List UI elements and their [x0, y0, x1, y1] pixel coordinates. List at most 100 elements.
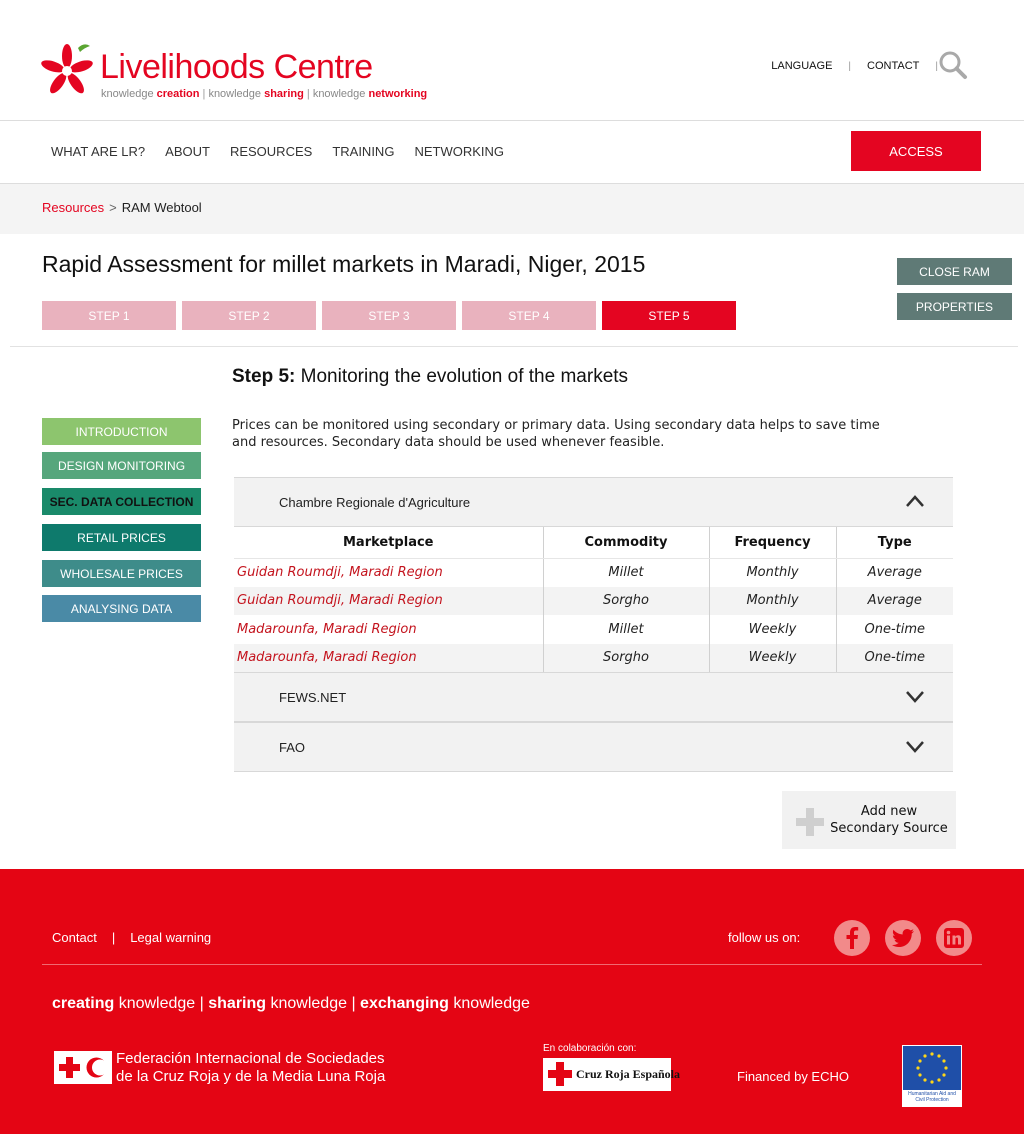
table-row[interactable]: Guidan Roumdji, Maradi Region Sorgho Mon…: [234, 586, 953, 615]
logo-title: Livelihoods Centre: [100, 48, 373, 86]
cell-type: One-time: [836, 643, 953, 672]
collaboration-label: En colaboración con:: [543, 1043, 637, 1054]
prices-table: Marketplace Commodity Frequency Type Gui…: [234, 527, 953, 672]
breadcrumb-separator: >: [109, 200, 117, 215]
chevron-up-icon[interactable]: [905, 494, 925, 508]
follow-us-label: follow us on:: [728, 930, 801, 945]
submenu-item-sec-data-collection[interactable]: SEC. DATA COLLECTION: [42, 488, 201, 515]
source-title: FAO: [279, 740, 306, 755]
eu-flag-icon: [903, 1046, 961, 1090]
legal-warning-link[interactable]: Legal warning: [130, 930, 211, 945]
table-header-row: Marketplace Commodity Frequency Type: [234, 527, 953, 559]
main-nav: WHAT ARE LR? ABOUT RESOURCES TRAINING NE…: [0, 120, 1024, 184]
cell-frequency: Weekly: [709, 615, 837, 644]
cruz-roja-espanola-logo[interactable]: Cruz Roja Española: [543, 1058, 680, 1091]
table-row[interactable]: Madarounfa, Maradi Region Millet Weekly …: [234, 615, 953, 644]
cell-frequency: Monthly: [709, 586, 837, 615]
facebook-icon[interactable]: [834, 920, 870, 956]
top-links: LANGUAGE | CONTACT |: [771, 60, 954, 72]
cell-commodity: Sorgho: [543, 643, 710, 672]
search-icon[interactable]: [938, 50, 968, 80]
table-row[interactable]: Guidan Roumdji, Maradi Region Millet Mon…: [234, 558, 953, 587]
language-link[interactable]: LANGUAGE: [771, 60, 832, 72]
breadcrumb-bar: Resources > RAM Webtool: [0, 184, 1024, 234]
plus-icon: [796, 808, 824, 836]
cell-commodity: Sorgho: [543, 586, 710, 615]
footer-divider: [42, 964, 982, 965]
red-cross-icon: [548, 1062, 572, 1086]
intro-text: Prices can be monitored using secondary …: [232, 418, 880, 450]
column-header-marketplace: Marketplace: [234, 527, 544, 559]
source-header-fews-net[interactable]: FEWS.NET: [234, 672, 953, 722]
cell-type: Average: [836, 558, 953, 587]
chevron-down-icon[interactable]: [905, 689, 925, 703]
flower-logo-icon: [41, 44, 93, 94]
tab-step-4[interactable]: STEP 4: [462, 301, 596, 330]
footer-contact-link[interactable]: Contact: [52, 930, 97, 945]
breadcrumb: Resources > RAM Webtool: [42, 200, 202, 215]
add-secondary-source-button[interactable]: Add new Secondary Source: [782, 791, 956, 849]
table-row[interactable]: Madarounfa, Maradi Region Sorgho Weekly …: [234, 643, 953, 672]
nav-item-what-are-lr[interactable]: WHAT ARE LR?: [51, 144, 145, 159]
submenu-item-analysing-data[interactable]: ANALYSING DATA: [42, 595, 201, 622]
cell-marketplace[interactable]: Madarounfa, Maradi Region: [234, 643, 544, 672]
eu-caption: Humanitarian Aid and Civil Protection: [908, 1091, 956, 1103]
cell-type: One-time: [836, 615, 953, 644]
column-header-frequency: Frequency: [709, 527, 837, 559]
source-header-fao[interactable]: FAO: [234, 722, 953, 772]
site-logo[interactable]: Livelihoods Centre knowledge creation | …: [38, 42, 427, 102]
tab-step-2[interactable]: STEP 2: [182, 301, 316, 330]
cell-marketplace[interactable]: Guidan Roumdji, Maradi Region: [234, 586, 544, 615]
linkedin-icon[interactable]: [936, 920, 972, 956]
tab-step-3[interactable]: STEP 3: [322, 301, 456, 330]
cell-frequency: Weekly: [709, 643, 837, 672]
submenu-item-retail-prices[interactable]: RETAIL PRICES: [42, 524, 201, 551]
chevron-down-icon[interactable]: [905, 739, 925, 753]
contact-link[interactable]: CONTACT: [867, 60, 919, 72]
footer-tagline: creating knowledge | sharing knowledge |…: [52, 995, 530, 1012]
cell-commodity: Millet: [543, 558, 710, 587]
cell-marketplace[interactable]: Madarounfa, Maradi Region: [234, 615, 544, 644]
properties-button[interactable]: PROPERTIES: [897, 293, 1012, 320]
close-ram-button[interactable]: CLOSE RAM: [897, 258, 1012, 285]
section-divider: [10, 346, 1018, 347]
cell-commodity: Millet: [543, 615, 710, 644]
site-footer: Contact | Legal warning follow us on: cr…: [0, 869, 1024, 1134]
access-button[interactable]: ACCESS: [851, 131, 981, 171]
tab-step-1[interactable]: STEP 1: [42, 301, 176, 330]
submenu-item-design-monitoring[interactable]: DESIGN MONITORING: [42, 452, 201, 479]
sources-accordion: Chambre Regionale d'Agriculture Marketpl…: [234, 477, 953, 772]
nav-item-training[interactable]: TRAINING: [332, 144, 394, 159]
nav-item-about[interactable]: ABOUT: [165, 144, 210, 159]
financed-by-label: Financed by ECHO: [737, 1069, 849, 1084]
tab-step-5[interactable]: STEP 5: [602, 301, 736, 330]
cruz-roja-label: Cruz Roja Española: [576, 1067, 681, 1081]
breadcrumb-current: RAM Webtool: [121, 200, 202, 215]
submenu-item-introduction[interactable]: INTRODUCTION: [42, 418, 201, 445]
cell-type: Average: [836, 586, 953, 615]
cell-marketplace[interactable]: Guidan Roumdji, Maradi Region: [234, 558, 544, 587]
site-header: Livelihoods Centre knowledge creation | …: [0, 0, 1024, 120]
ifrc-logo[interactable]: Federación Internacional de Sociedades d…: [54, 1050, 414, 1090]
red-cross-crescent-icon: [54, 1051, 112, 1084]
source-title: Chambre Regionale d'Agriculture: [279, 495, 471, 510]
source-header-chambre[interactable]: Chambre Regionale d'Agriculture: [234, 477, 953, 527]
footer-links: Contact | Legal warning: [52, 930, 211, 945]
submenu-item-wholesale-prices[interactable]: WHOLESALE PRICES: [42, 560, 201, 587]
step-tabs: STEP 1 STEP 2 STEP 3 STEP 4 STEP 5: [42, 301, 736, 330]
cell-frequency: Monthly: [709, 558, 837, 587]
nav-item-networking[interactable]: NETWORKING: [414, 144, 504, 159]
source-title: FEWS.NET: [279, 690, 347, 705]
breadcrumb-resources-link[interactable]: Resources: [42, 200, 104, 215]
column-header-type: Type: [836, 527, 953, 559]
nav-menu: WHAT ARE LR? ABOUT RESOURCES TRAINING NE…: [51, 144, 504, 159]
eu-echo-logo[interactable]: Humanitarian Aid and Civil Protection: [902, 1045, 962, 1107]
nav-item-resources[interactable]: RESOURCES: [230, 144, 312, 159]
page-title: Rapid Assessment for millet markets in M…: [42, 251, 646, 277]
step-heading: Step 5: Monitoring the evolution of the …: [232, 366, 629, 387]
column-header-commodity: Commodity: [543, 527, 710, 559]
top-links-divider: |: [848, 60, 852, 72]
twitter-icon[interactable]: [885, 920, 921, 956]
add-source-label: Add new Secondary Source: [830, 804, 948, 836]
logo-tagline: knowledge creation | knowledge sharing |…: [101, 88, 428, 100]
